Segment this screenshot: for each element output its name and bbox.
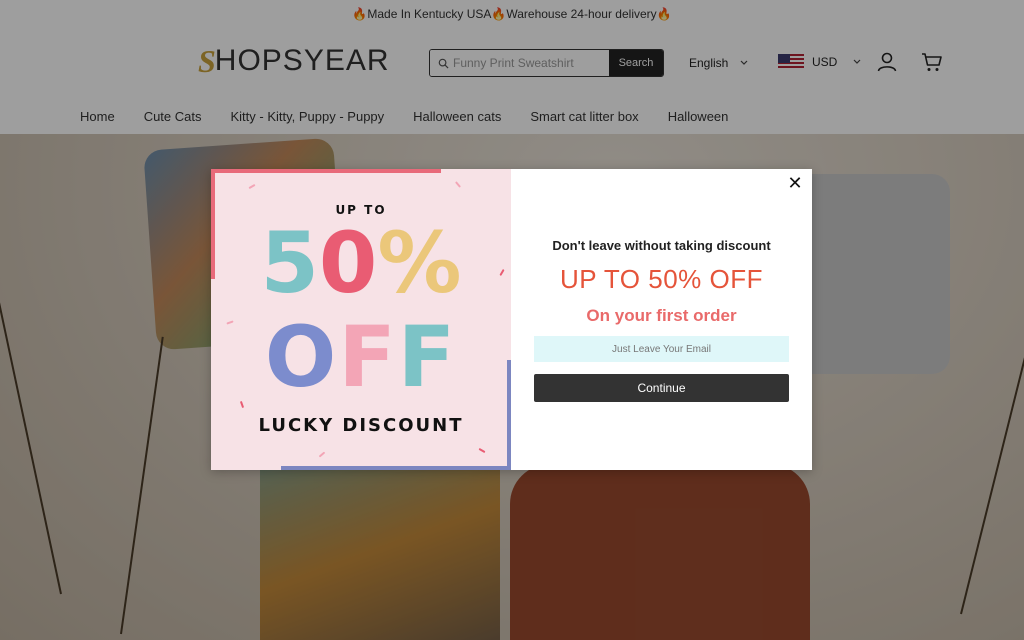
promo-fifty-percent: 50% <box>211 221 511 305</box>
confetti <box>239 400 245 409</box>
promo-off: OFF <box>211 315 511 399</box>
confetti <box>318 451 326 458</box>
confetti <box>248 183 256 190</box>
promo-panel: UP TO 50% OFF LUCKY DISCOUNT <box>211 169 511 470</box>
popup-offer: UP TO 50% OFF <box>559 264 763 294</box>
frame-bar <box>281 466 511 470</box>
popup-headline: Don't leave without taking discount <box>552 238 771 253</box>
confetti <box>478 447 486 454</box>
confetti <box>454 181 462 188</box>
close-icon[interactable]: ✕ <box>786 175 804 193</box>
promo-digit-zero: 0 <box>318 214 378 312</box>
continue-button[interactable]: Continue <box>534 374 789 402</box>
email-field[interactable] <box>534 336 789 362</box>
promo-letter-f: F <box>338 308 398 406</box>
promo-lucky-discount: LUCKY DISCOUNT <box>258 415 464 436</box>
frame-bar <box>211 169 441 173</box>
promo-letter-o: O <box>264 308 339 406</box>
promo-digit-five: 5 <box>260 214 319 312</box>
promo-letter-f: F <box>397 308 458 406</box>
signup-form-panel: ✕ Don't leave without taking discount UP… <box>511 169 812 470</box>
promo-percent-sign: % <box>377 214 462 312</box>
discount-popup: UP TO 50% OFF LUCKY DISCOUNT ✕ Don't lea… <box>211 169 812 470</box>
popup-first-order: On your first order <box>586 306 737 325</box>
